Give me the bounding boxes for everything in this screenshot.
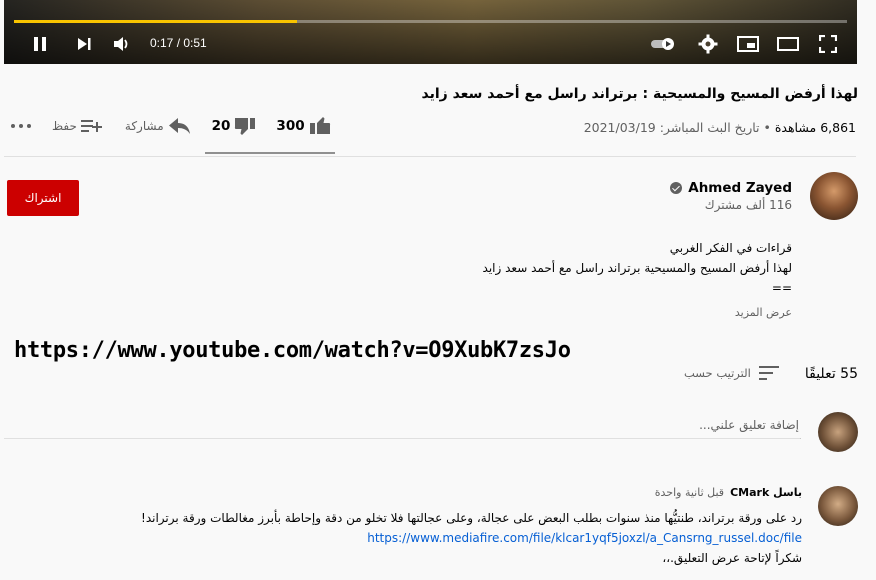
comment-link[interactable]: https://www.mediafire.com/file/klcar1yqf…	[367, 528, 802, 548]
like-count: 300	[276, 118, 305, 134]
share-button[interactable]: مشاركة	[125, 117, 192, 135]
divider	[4, 438, 800, 439]
like-button[interactable]: 300	[276, 116, 330, 136]
divider	[4, 156, 856, 157]
verified-icon	[670, 182, 683, 194]
fullscreen-icon[interactable]	[816, 33, 840, 55]
view-count: 6,861 مشاهدة	[774, 120, 856, 135]
comment-line: رد على ورقة برتراند، طنتيُّها منذ سنوات …	[141, 511, 802, 525]
thumbs-down-icon	[235, 118, 256, 135]
sort-button[interactable]: الترتيب حسب	[684, 366, 779, 380]
comment-avatar[interactable]	[818, 486, 858, 526]
subscriber-count: 116 ألف مشترك	[704, 198, 792, 212]
comment-line: شكراً لإتاحة عرض التعليق.،،	[662, 551, 802, 565]
add-comment-input[interactable]	[4, 412, 801, 439]
channel-name-row[interactable]: Ahmed Zayed	[670, 180, 792, 196]
comment-time[interactable]: قبل ثانية واحدة	[655, 486, 724, 499]
playlist-add-icon	[80, 120, 102, 132]
user-avatar	[818, 412, 858, 452]
progress-bar[interactable]	[14, 20, 847, 23]
comment-author[interactable]: باسل CMark	[730, 486, 802, 499]
pause-icon[interactable]	[28, 33, 52, 55]
autoplay-toggle-icon[interactable]	[650, 33, 678, 55]
comment-header: باسل CMark قبل ثانية واحدة	[655, 486, 802, 499]
channel-avatar[interactable]	[810, 172, 858, 220]
description-line: لهذا أرفض المسيح والمسيحية برتراند راسل …	[482, 261, 792, 275]
save-button[interactable]: حفظ	[52, 118, 103, 134]
more-actions-button[interactable]	[10, 123, 32, 129]
more-icon	[11, 124, 31, 128]
settings-gear-icon[interactable]	[696, 33, 720, 55]
theater-mode-icon[interactable]	[776, 33, 800, 55]
stream-date: • تاريخ البث المباشر: 2021/03/19	[583, 120, 771, 135]
video-title: لهذا أرفض المسيح والمسيحية : برتراند راس…	[421, 86, 859, 102]
subscribe-button[interactable]: اشتراك	[7, 180, 79, 216]
overlay-url-text: https://www.youtube.com/watch?v=O9XubK7z…	[14, 338, 571, 363]
show-more-link[interactable]: عرض المزيد	[735, 306, 792, 319]
miniplayer-icon[interactable]	[736, 33, 760, 55]
dislike-count: 20	[211, 118, 231, 134]
video-meta: 6,861 مشاهدة • تاريخ البث المباشر: 2021/…	[584, 120, 856, 135]
time-display: 0:17 / 0:51	[150, 36, 207, 50]
progress-bar-fill	[14, 20, 298, 23]
sentiment-bar	[205, 152, 335, 154]
save-label: حفظ	[52, 119, 77, 133]
comments-count: 55 تعليقًا	[804, 366, 858, 382]
thumbs-up-icon	[309, 117, 330, 134]
next-icon[interactable]	[72, 33, 96, 55]
sort-icon	[758, 366, 779, 380]
sort-label: الترتيب حسب	[684, 366, 751, 380]
comment-body: رد على ورقة برتراند، طنتيُّها منذ سنوات …	[141, 508, 802, 568]
share-label: مشاركة	[124, 119, 164, 133]
channel-name: Ahmed Zayed	[688, 180, 792, 196]
video-player[interactable]: 0:17 / 0:51	[4, 0, 857, 64]
volume-icon[interactable]	[110, 33, 134, 55]
description-line: قراءات في الفكر الغربي	[669, 241, 792, 255]
description-line: ==	[771, 281, 792, 295]
video-description: قراءات في الفكر الغربي لهذا أرفض المسيح …	[483, 238, 792, 298]
video-actions: حفظ مشاركة 20 300	[10, 116, 351, 136]
share-icon	[168, 118, 190, 134]
dislike-button[interactable]: 20	[212, 116, 257, 136]
